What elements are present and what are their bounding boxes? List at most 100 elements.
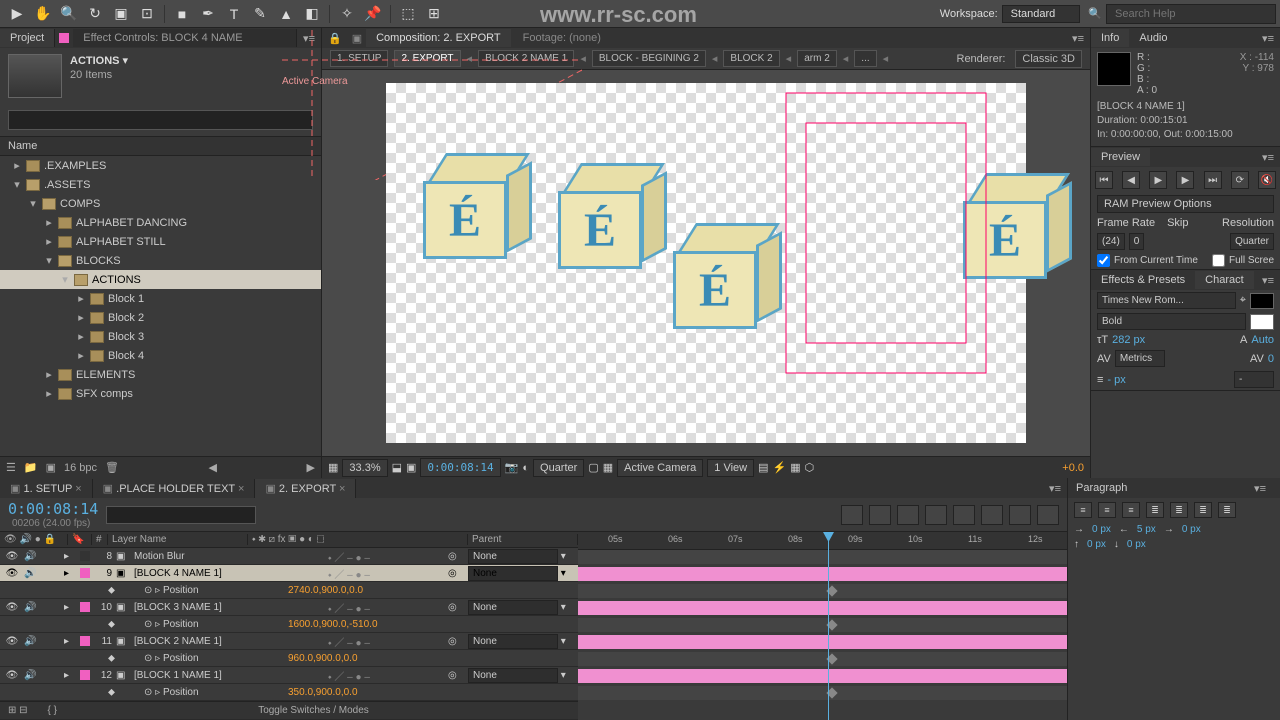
flow-step[interactable]: arm 2 bbox=[797, 50, 837, 67]
framerate-field[interactable]: (24) bbox=[1097, 233, 1125, 250]
layer-row[interactable]: 👁🔊▸9▣[BLOCK 4 NAME 1]⬩ ／ – ● –◎None ▾ bbox=[0, 565, 578, 582]
flow-step[interactable]: BLOCK 2 NAME 1 bbox=[478, 50, 574, 67]
tree-item[interactable]: ▾.ASSETS bbox=[0, 175, 321, 194]
transparency-icon[interactable]: ▣ bbox=[406, 461, 416, 474]
layer-row[interactable]: 👁🔊▸8▣Motion Blur⬩ ／ – ● –◎None ▾ bbox=[0, 548, 578, 565]
renderer-value[interactable]: Classic 3D bbox=[1015, 50, 1082, 68]
flow-step[interactable]: 2. EXPORT bbox=[394, 50, 460, 67]
first-frame-button[interactable]: ⏮ bbox=[1095, 171, 1113, 189]
timeline-expand-icon[interactable]: ⊞ ⊟ bbox=[8, 705, 28, 716]
font-weight-dropdown[interactable]: Bold bbox=[1097, 313, 1246, 330]
font-size-field[interactable]: 282 px bbox=[1112, 334, 1145, 346]
pixel-aspect-icon[interactable]: ▤ bbox=[758, 461, 768, 474]
ram-preview-dropdown[interactable]: RAM Preview Options bbox=[1097, 195, 1274, 213]
fast-preview-icon[interactable]: ⚡ bbox=[773, 461, 787, 474]
project-column-name[interactable]: Name bbox=[0, 136, 321, 156]
project-search-input[interactable] bbox=[8, 110, 313, 130]
layer-property-row[interactable]: ⬥⊙ ▹ Position960.0,900.0,0.0 bbox=[0, 650, 578, 667]
align-center-button[interactable]: ≡ bbox=[1098, 502, 1116, 518]
full-screen-checkbox[interactable] bbox=[1212, 254, 1225, 267]
channel-icon[interactable]: ◐ bbox=[522, 462, 529, 474]
camera-dropdown[interactable]: Active Camera bbox=[617, 459, 703, 477]
prev-frame-button[interactable]: ◀ bbox=[1122, 171, 1140, 189]
flow-step[interactable]: 1. SETUP bbox=[330, 50, 388, 67]
leading-field[interactable]: Auto bbox=[1251, 334, 1274, 346]
tree-item[interactable]: ▸Block 4 bbox=[0, 346, 321, 365]
graph-editor-icon[interactable] bbox=[1037, 505, 1059, 525]
flow-step[interactable]: ... bbox=[854, 50, 876, 67]
flow-step[interactable]: BLOCK - BEGINING 2 bbox=[592, 50, 706, 67]
camera-tool-icon[interactable]: ▣ bbox=[109, 3, 133, 25]
timeline-tab[interactable]: ▣ 2. EXPORT × bbox=[255, 479, 356, 498]
stroke-color-swatch[interactable] bbox=[1250, 314, 1274, 330]
timeline-current-time[interactable]: 0:00:08:14 bbox=[8, 500, 98, 518]
flowchart-icon[interactable]: ⬡ bbox=[805, 461, 815, 474]
zoom-dropdown[interactable]: 33.3% bbox=[342, 459, 387, 477]
comp-lock-icon[interactable]: 🔒 bbox=[322, 32, 348, 45]
mute-button[interactable]: 🔇 bbox=[1258, 171, 1276, 189]
stroke-width-field[interactable]: - px bbox=[1107, 374, 1125, 386]
eyedropper-icon[interactable]: ⌖ bbox=[1240, 294, 1246, 307]
tracking-field[interactable]: 0 bbox=[1268, 353, 1274, 365]
fill-color-swatch[interactable] bbox=[1250, 293, 1274, 309]
tab-project[interactable]: Project bbox=[0, 29, 55, 47]
next-frame-button[interactable]: ▶ bbox=[1176, 171, 1194, 189]
tab-paragraph[interactable]: Paragraph bbox=[1076, 482, 1127, 494]
tab-preview[interactable]: Preview bbox=[1091, 148, 1150, 166]
comp-panel-menu-icon[interactable]: ▾≡ bbox=[1066, 32, 1090, 45]
snapshot-icon[interactable]: 📷 bbox=[505, 461, 519, 474]
tab-composition[interactable]: Composition: 2. EXPORT bbox=[366, 29, 511, 47]
tree-item[interactable]: ▾COMPS bbox=[0, 194, 321, 213]
new-folder-icon[interactable]: 📁 bbox=[24, 461, 38, 474]
tree-item[interactable]: ▸Block 1 bbox=[0, 289, 321, 308]
loop-button[interactable]: ⟳ bbox=[1231, 171, 1249, 189]
paragraph-menu-icon[interactable]: ▾≡ bbox=[1248, 482, 1272, 495]
layer-property-row[interactable]: ⬥⊙ ▹ Position1600.0,900.0,-510.0 bbox=[0, 616, 578, 633]
tab-effects-presets[interactable]: Effects & Presets bbox=[1091, 271, 1195, 289]
shy-icon[interactable] bbox=[897, 505, 919, 525]
tree-item[interactable]: ▸Block 2 bbox=[0, 308, 321, 327]
timeline-menu-icon[interactable]: ▾≡ bbox=[1043, 482, 1067, 495]
motion-blur-icon[interactable] bbox=[953, 505, 975, 525]
stroke-mode-dropdown[interactable]: - bbox=[1234, 371, 1274, 388]
region-icon[interactable]: ▦ bbox=[603, 461, 613, 474]
tree-item[interactable]: ▸ALPHABET STILL bbox=[0, 232, 321, 251]
timeline-search-input[interactable] bbox=[106, 506, 256, 524]
brainstorm-icon[interactable] bbox=[981, 505, 1003, 525]
zoom-tool-icon[interactable]: 🔍 bbox=[57, 3, 81, 25]
comp-mini-flowchart-icon[interactable] bbox=[841, 505, 863, 525]
grid-icon[interactable]: ▦ bbox=[328, 461, 338, 474]
project-tree[interactable]: ▸.EXAMPLES▾.ASSETS▾COMPS▸ALPHABET DANCIN… bbox=[0, 156, 321, 456]
justify-center-button[interactable]: ≣ bbox=[1170, 502, 1188, 518]
quality-dropdown[interactable]: Quarter bbox=[533, 459, 584, 477]
align-right-button[interactable]: ≡ bbox=[1122, 502, 1140, 518]
flow-step[interactable]: BLOCK 2 bbox=[723, 50, 779, 67]
font-family-dropdown[interactable]: Times New Rom... bbox=[1097, 292, 1236, 309]
frame-blend-icon[interactable] bbox=[925, 505, 947, 525]
tab-audio[interactable]: Audio bbox=[1129, 29, 1177, 47]
pen-tool-icon[interactable]: ✒ bbox=[196, 3, 220, 25]
clone-tool-icon[interactable]: ▲ bbox=[274, 3, 298, 25]
auto-keyframe-icon[interactable] bbox=[1009, 505, 1031, 525]
preview-menu-icon[interactable]: ▾≡ bbox=[1256, 151, 1280, 164]
panel-menu-icon[interactable]: ▾≡ bbox=[297, 32, 321, 45]
skip-field[interactable]: 0 bbox=[1129, 233, 1145, 250]
rect-tool-icon[interactable]: ■ bbox=[170, 3, 194, 25]
hand-tool-icon[interactable]: ✋ bbox=[31, 3, 55, 25]
exposure-value[interactable]: +0.0 bbox=[1062, 462, 1084, 474]
view-dropdown[interactable]: 1 View bbox=[707, 459, 754, 477]
composition-viewport[interactable]: Active Camera É É É É bbox=[322, 70, 1090, 456]
viewport-time[interactable]: 0:00:08:14 bbox=[420, 458, 500, 477]
info-menu-icon[interactable]: ▾≡ bbox=[1256, 32, 1280, 45]
text-tool-icon[interactable]: T bbox=[222, 3, 246, 25]
tree-item[interactable]: ▸Block 3 bbox=[0, 327, 321, 346]
tab-footage[interactable]: Footage: (none) bbox=[511, 29, 613, 47]
justify-all-button[interactable]: ≣ bbox=[1218, 502, 1236, 518]
draft-3d-icon[interactable] bbox=[869, 505, 891, 525]
local-axis-icon[interactable]: ⬚ bbox=[396, 3, 420, 25]
tree-item[interactable]: ▾ACTIONS bbox=[0, 270, 321, 289]
workspace-dropdown[interactable]: Standard bbox=[1002, 5, 1081, 23]
eraser-tool-icon[interactable]: ◧ bbox=[300, 3, 324, 25]
layer-property-row[interactable]: ⬥⊙ ▹ Position350.0,900.0,0.0 bbox=[0, 684, 578, 701]
layer-row[interactable]: 👁🔊▸12▣[BLOCK 1 NAME 1]⬩ ／ – ● –◎None ▾ bbox=[0, 667, 578, 684]
